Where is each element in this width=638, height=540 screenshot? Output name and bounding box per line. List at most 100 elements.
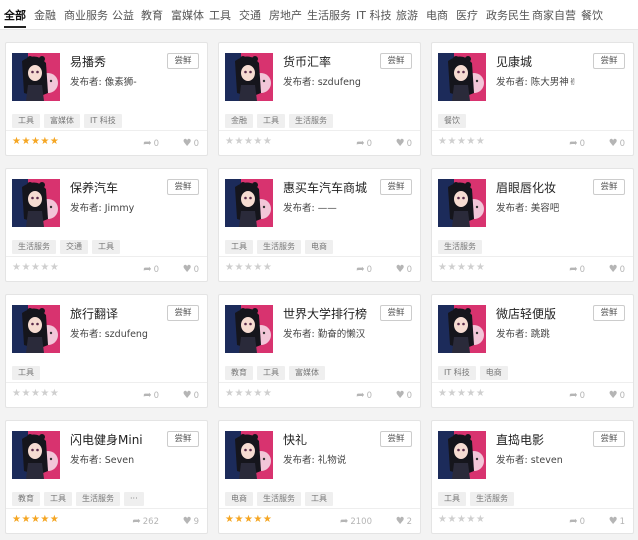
- app-card[interactable]: 保养汽车 发布者: Jimmy 尝鲜 生活服务 交通 工具 ★★★★★ ➦ 0 ♥ 0: [5, 168, 208, 282]
- app-title[interactable]: 货币汇率: [283, 53, 331, 70]
- app-card[interactable]: 直捣电影 发布者: steven 尝鲜 工具 生活服务 ★★★★★ ➦ 0 ♥ 1: [431, 420, 634, 534]
- app-tag[interactable]: 工具: [257, 366, 285, 380]
- share-stat[interactable]: ➦ 262: [132, 516, 159, 527]
- app-tag[interactable]: 工具: [305, 492, 333, 506]
- star-icon[interactable]: ★: [21, 514, 30, 525]
- star-icon[interactable]: ★: [447, 262, 456, 273]
- app-tag[interactable]: 电商: [225, 492, 253, 506]
- app-tag[interactable]: 餐饮: [438, 114, 466, 128]
- star-icon[interactable]: ★: [457, 514, 466, 525]
- tab-12[interactable]: 电商: [426, 7, 448, 23]
- app-tag[interactable]: 生活服务: [12, 240, 56, 254]
- app-title[interactable]: 易播秀: [70, 53, 106, 70]
- app-avatar[interactable]: [225, 305, 273, 353]
- try-button[interactable]: 尝鲜: [380, 305, 412, 321]
- star-icon[interactable]: ★: [50, 136, 59, 147]
- tab-16[interactable]: 餐饮: [581, 7, 603, 23]
- star-rating[interactable]: ★★★★★: [12, 262, 59, 273]
- app-tag[interactable]: IT 科技: [84, 114, 122, 128]
- tab-14[interactable]: 政务民生: [486, 7, 530, 23]
- try-button[interactable]: 尝鲜: [380, 431, 412, 447]
- tab-13[interactable]: 医疗: [456, 7, 478, 23]
- try-button[interactable]: 尝鲜: [593, 53, 625, 69]
- star-icon[interactable]: ★: [447, 514, 456, 525]
- star-icon[interactable]: ★: [457, 262, 466, 273]
- app-title[interactable]: 世界大学排行榜: [283, 305, 367, 322]
- app-tag[interactable]: 生活服务: [289, 114, 333, 128]
- tab-11[interactable]: 旅游: [396, 7, 418, 23]
- app-tag[interactable]: 生活服务: [76, 492, 120, 506]
- star-icon[interactable]: ★: [476, 388, 485, 399]
- star-rating[interactable]: ★★★★★: [225, 262, 272, 273]
- star-icon[interactable]: ★: [447, 136, 456, 147]
- app-title[interactable]: 眉眼唇化妆: [496, 179, 556, 196]
- app-card[interactable]: 易播秀 发布者: 像素狮- 尝鲜 工具 富媒体 IT 科技 ★★★★★ ➦ 0 ♥ 0: [5, 42, 208, 156]
- share-stat[interactable]: ➦ 0: [143, 138, 159, 149]
- app-avatar[interactable]: [438, 431, 486, 479]
- tab-4[interactable]: 教育: [141, 7, 163, 23]
- star-icon[interactable]: ★: [50, 514, 59, 525]
- app-avatar[interactable]: [12, 53, 60, 101]
- share-stat[interactable]: ➦ 2100: [340, 516, 372, 527]
- share-stat[interactable]: ➦ 0: [356, 264, 372, 275]
- like-stat[interactable]: ♥ 0: [609, 264, 625, 275]
- try-button[interactable]: 尝鲜: [380, 53, 412, 69]
- like-stat[interactable]: ♥ 9: [183, 516, 199, 527]
- star-icon[interactable]: ★: [50, 388, 59, 399]
- try-button[interactable]: 尝鲜: [167, 179, 199, 195]
- app-card[interactable]: 眉眼唇化妆 发布者: 美容吧 尝鲜 生活服务 ★★★★★ ➦ 0 ♥ 0: [431, 168, 634, 282]
- share-stat[interactable]: ➦ 0: [569, 138, 585, 149]
- star-rating[interactable]: ★★★★★: [225, 388, 272, 399]
- app-card[interactable]: 快礼 发布者: 礼物说 尝鲜 电商 生活服务 工具 ★★★★★ ➦ 2100 ♥ 2: [218, 420, 421, 534]
- star-icon[interactable]: ★: [40, 514, 49, 525]
- app-card[interactable]: 惠买车汽车商城 发布者: —— 尝鲜 工具 生活服务 电商 ★★★★★ ➦ 0 ♥ 0: [218, 168, 421, 282]
- app-card[interactable]: 闪电健身Mini 发布者: Seven 尝鲜 教育 工具 生活服务 ··· ★★★★★ ➦ 262…: [5, 420, 208, 534]
- app-tag[interactable]: 生活服务: [438, 240, 482, 254]
- star-icon[interactable]: ★: [21, 388, 30, 399]
- app-avatar[interactable]: [12, 179, 60, 227]
- star-icon[interactable]: ★: [253, 514, 262, 525]
- app-card[interactable]: 旅行翻译 发布者: szdufeng 尝鲜 工具 ★★★★★ ➦ 0 ♥ 0: [5, 294, 208, 408]
- star-icon[interactable]: ★: [457, 136, 466, 147]
- tab-8[interactable]: 房地产: [269, 7, 302, 23]
- app-tag[interactable]: 富媒体: [44, 114, 80, 128]
- app-title[interactable]: 快礼: [283, 431, 307, 448]
- star-icon[interactable]: ★: [244, 388, 253, 399]
- star-icon[interactable]: ★: [263, 262, 272, 273]
- app-tag[interactable]: 生活服务: [257, 492, 301, 506]
- app-avatar[interactable]: [12, 305, 60, 353]
- star-rating[interactable]: ★★★★★: [438, 262, 485, 273]
- app-title[interactable]: 保养汽车: [70, 179, 118, 196]
- app-title[interactable]: 旅行翻译: [70, 305, 118, 322]
- app-tag[interactable]: 金融: [225, 114, 253, 128]
- star-icon[interactable]: ★: [234, 262, 243, 273]
- share-stat[interactable]: ➦ 0: [143, 264, 159, 275]
- star-icon[interactable]: ★: [31, 514, 40, 525]
- star-icon[interactable]: ★: [31, 388, 40, 399]
- star-icon[interactable]: ★: [31, 136, 40, 147]
- app-avatar[interactable]: [225, 53, 273, 101]
- tab-10[interactable]: IT 科技: [356, 7, 391, 23]
- app-tag[interactable]: ···: [124, 492, 144, 506]
- try-button[interactable]: 尝鲜: [167, 53, 199, 69]
- share-stat[interactable]: ➦ 0: [356, 390, 372, 401]
- app-title[interactable]: 微店轻便版: [496, 305, 556, 322]
- tab-15[interactable]: 商家自营: [532, 7, 576, 23]
- app-avatar[interactable]: [12, 431, 60, 479]
- app-card[interactable]: 见康城 发布者: 陈大男神✌ 尝鲜 餐饮 ★★★★★ ➦ 0 ♥ 0: [431, 42, 634, 156]
- like-stat[interactable]: ♥ 2: [396, 516, 412, 527]
- star-icon[interactable]: ★: [234, 514, 243, 525]
- star-icon[interactable]: ★: [40, 262, 49, 273]
- star-rating[interactable]: ★★★★★: [438, 136, 485, 147]
- tab-0[interactable]: 全部: [4, 7, 26, 23]
- like-stat[interactable]: ♥ 0: [609, 138, 625, 149]
- star-icon[interactable]: ★: [466, 262, 475, 273]
- share-stat[interactable]: ➦ 0: [356, 138, 372, 149]
- tab-5[interactable]: 富媒体: [171, 7, 204, 23]
- share-stat[interactable]: ➦ 0: [569, 390, 585, 401]
- app-tag[interactable]: 生活服务: [257, 240, 301, 254]
- like-stat[interactable]: ♥ 0: [396, 138, 412, 149]
- star-icon[interactable]: ★: [466, 388, 475, 399]
- like-stat[interactable]: ♥ 0: [609, 390, 625, 401]
- star-icon[interactable]: ★: [234, 136, 243, 147]
